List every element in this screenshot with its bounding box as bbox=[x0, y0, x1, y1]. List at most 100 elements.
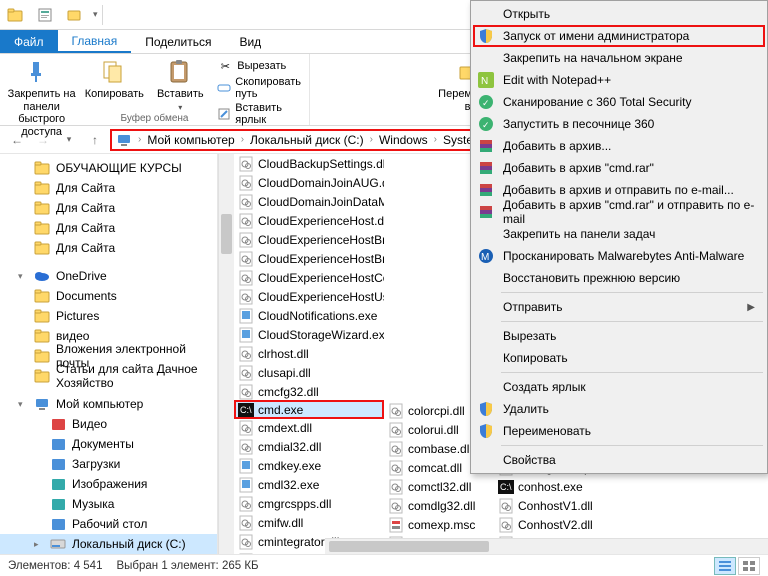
tab-view[interactable]: Вид bbox=[225, 30, 275, 53]
file-item[interactable]: comdlg32.dll bbox=[384, 496, 494, 515]
context-menu-item[interactable]: Свойства bbox=[473, 449, 765, 471]
file-icon bbox=[238, 365, 254, 381]
tab-share[interactable]: Поделиться bbox=[131, 30, 225, 53]
file-item[interactable]: cmdext.dll bbox=[234, 418, 384, 437]
svg-text:M: M bbox=[481, 252, 489, 263]
context-menu-item[interactable]: Добавить в архив... bbox=[473, 135, 765, 157]
navtree-folder[interactable]: Для Сайта bbox=[0, 178, 217, 198]
btn-pin-quickaccess[interactable]: Закрепить на панели быстрого доступа bbox=[6, 58, 77, 139]
navtree-item[interactable]: Рабочий стол bbox=[0, 514, 217, 534]
item-icon bbox=[50, 436, 66, 452]
btn-copy[interactable]: Копировать bbox=[85, 58, 143, 101]
context-menu-item[interactable]: Отправить▶ bbox=[473, 296, 765, 318]
tab-home[interactable]: Главная bbox=[58, 30, 132, 53]
context-menu: ОткрытьЗапуск от имени администратораЗак… bbox=[470, 0, 768, 474]
file-item[interactable]: cmdl32.exe bbox=[234, 475, 384, 494]
btn-cut[interactable]: ✂Вырезать bbox=[217, 58, 303, 74]
shield-icon bbox=[477, 422, 495, 440]
navtree-scrollbar[interactable] bbox=[218, 154, 234, 554]
navtree-item[interactable]: Загрузки bbox=[0, 454, 217, 474]
file-item[interactable]: CloudStorageWizard.exe bbox=[234, 325, 384, 344]
tab-file[interactable]: Файл bbox=[0, 30, 58, 53]
folder-icon bbox=[34, 220, 50, 236]
file-item[interactable]: CloudExperienceHost.dll bbox=[234, 211, 384, 230]
navtree-item[interactable]: Изображения bbox=[0, 474, 217, 494]
chevron-right-icon: ▶ bbox=[747, 302, 755, 313]
context-menu-item[interactable]: Открыть bbox=[473, 3, 765, 25]
file-item[interactable]: clrhost.dll bbox=[234, 344, 384, 363]
file-item[interactable]: comexp.msc bbox=[384, 515, 494, 534]
mb-icon: M bbox=[477, 247, 495, 265]
file-item[interactable]: cmcfg32.dll bbox=[234, 382, 384, 401]
file-icon: C:\ bbox=[498, 479, 514, 495]
context-menu-item[interactable]: Вырезать bbox=[473, 325, 765, 347]
file-item[interactable]: CloudExperienceHostUser.dll bbox=[234, 287, 384, 306]
navtree-folder[interactable]: ОБУЧАЮЩИЕ КУРСЫ bbox=[0, 158, 217, 178]
context-menu-separator bbox=[501, 445, 763, 446]
status-bar: Элементов: 4 541 Выбран 1 элемент: 265 К… bbox=[0, 554, 768, 576]
file-item[interactable]: CloudExperienceHostCommo bbox=[234, 268, 384, 287]
context-menu-item[interactable]: Переименовать bbox=[473, 420, 765, 442]
file-item[interactable]: CloudDomainJoinDataModelS bbox=[234, 192, 384, 211]
context-menu-item[interactable]: Закрепить на панели задач bbox=[473, 223, 765, 245]
context-menu-item[interactable]: ✓Запустить в песочнице 360 bbox=[473, 113, 765, 135]
navtree-folder[interactable]: Для Сайта bbox=[0, 238, 217, 258]
navtree-item[interactable]: Documents bbox=[0, 286, 217, 306]
context-menu-item[interactable]: Добавить в архив "cmd.rar" и отправить п… bbox=[473, 201, 765, 223]
btn-paste[interactable]: Вставить ▾ bbox=[151, 58, 209, 112]
context-menu-item[interactable]: Создать ярлык bbox=[473, 376, 765, 398]
file-item[interactable]: C:\cmd.exe bbox=[234, 400, 384, 419]
svg-text:✓: ✓ bbox=[482, 120, 490, 130]
file-item[interactable]: cmifw.dll bbox=[234, 513, 384, 532]
qat-customize-icon[interactable]: ▾ bbox=[93, 9, 98, 20]
context-menu-item[interactable]: Восстановить прежнюю версию bbox=[473, 267, 765, 289]
context-menu-item[interactable]: Запуск от имени администратора bbox=[473, 25, 765, 47]
btn-copypath[interactable]: Скопировать путь bbox=[217, 76, 303, 100]
file-icon bbox=[388, 441, 404, 457]
navtree-item[interactable]: Документы bbox=[0, 434, 217, 454]
context-menu-item[interactable]: Копировать bbox=[473, 347, 765, 369]
context-menu-item[interactable]: MПросканировать Malwarebytes Anti-Malwar… bbox=[473, 245, 765, 267]
blank-icon bbox=[477, 349, 495, 367]
file-item[interactable]: cmdkey.exe bbox=[234, 456, 384, 475]
navtree-item[interactable]: Pictures bbox=[0, 306, 217, 326]
context-menu-item[interactable]: Добавить в архив "cmd.rar" bbox=[473, 157, 765, 179]
qat-properties-icon[interactable] bbox=[36, 6, 54, 24]
navtree-item[interactable]: Статьи для сайта Дачное Хозяйство bbox=[0, 366, 217, 386]
navtree-item[interactable]: Видео bbox=[0, 414, 217, 434]
file-item[interactable]: C:\conhost.exe bbox=[494, 477, 644, 496]
context-menu-item[interactable]: Удалить bbox=[473, 398, 765, 420]
file-item[interactable]: CloudNotifications.exe bbox=[234, 306, 384, 325]
file-item[interactable]: CloudDomainJoinAUG.dll bbox=[234, 173, 384, 192]
view-details-button[interactable] bbox=[714, 557, 736, 575]
view-icons-button[interactable] bbox=[738, 557, 760, 575]
file-item[interactable]: clusapi.dll bbox=[234, 363, 384, 382]
navtree-folder[interactable]: Для Сайта bbox=[0, 198, 217, 218]
file-list-hscrollbar[interactable] bbox=[325, 538, 768, 554]
navtree-item[interactable]: ▸Локальный диск (C:) bbox=[0, 534, 217, 554]
blank-icon bbox=[477, 5, 495, 23]
breadcrumb-part[interactable]: Windows bbox=[379, 133, 428, 147]
navtree-onedrive[interactable]: ▾OneDrive bbox=[0, 266, 217, 286]
context-menu-item[interactable]: NEdit with Notepad++ bbox=[473, 69, 765, 91]
qat-newfolder-icon[interactable] bbox=[66, 6, 84, 24]
file-item[interactable]: ConhostV2.dll bbox=[494, 515, 644, 534]
context-menu-item[interactable]: Закрепить на начальном экране bbox=[473, 47, 765, 69]
file-item[interactable]: comctl32.dll bbox=[384, 477, 494, 496]
navtree-item[interactable]: Музыка bbox=[0, 494, 217, 514]
file-icon bbox=[238, 175, 254, 191]
file-item[interactable]: ConhostV1.dll bbox=[494, 496, 644, 515]
file-item[interactable]: cmgrcspps.dll bbox=[234, 494, 384, 513]
file-icon bbox=[238, 308, 254, 324]
file-item[interactable]: CloudExperienceHostBroker.d bbox=[234, 230, 384, 249]
rar-icon bbox=[477, 181, 495, 199]
navtree-computer[interactable]: ▾Мой компьютер bbox=[0, 394, 217, 414]
file-icon bbox=[238, 194, 254, 210]
navigation-pane[interactable]: ОБУЧАЮЩИЕ КУРСЫДля СайтаДля СайтаДля Сай… bbox=[0, 154, 218, 554]
context-menu-item[interactable]: ✓Сканирование с 360 Total Security bbox=[473, 91, 765, 113]
file-item[interactable]: CloudBackupSettings.dll bbox=[234, 154, 384, 173]
file-item[interactable]: cmdial32.dll bbox=[234, 437, 384, 456]
status-selected-size: 265 КБ bbox=[222, 560, 259, 572]
file-item[interactable]: CloudExperienceHostBroker.e bbox=[234, 249, 384, 268]
navtree-folder[interactable]: Для Сайта bbox=[0, 218, 217, 238]
